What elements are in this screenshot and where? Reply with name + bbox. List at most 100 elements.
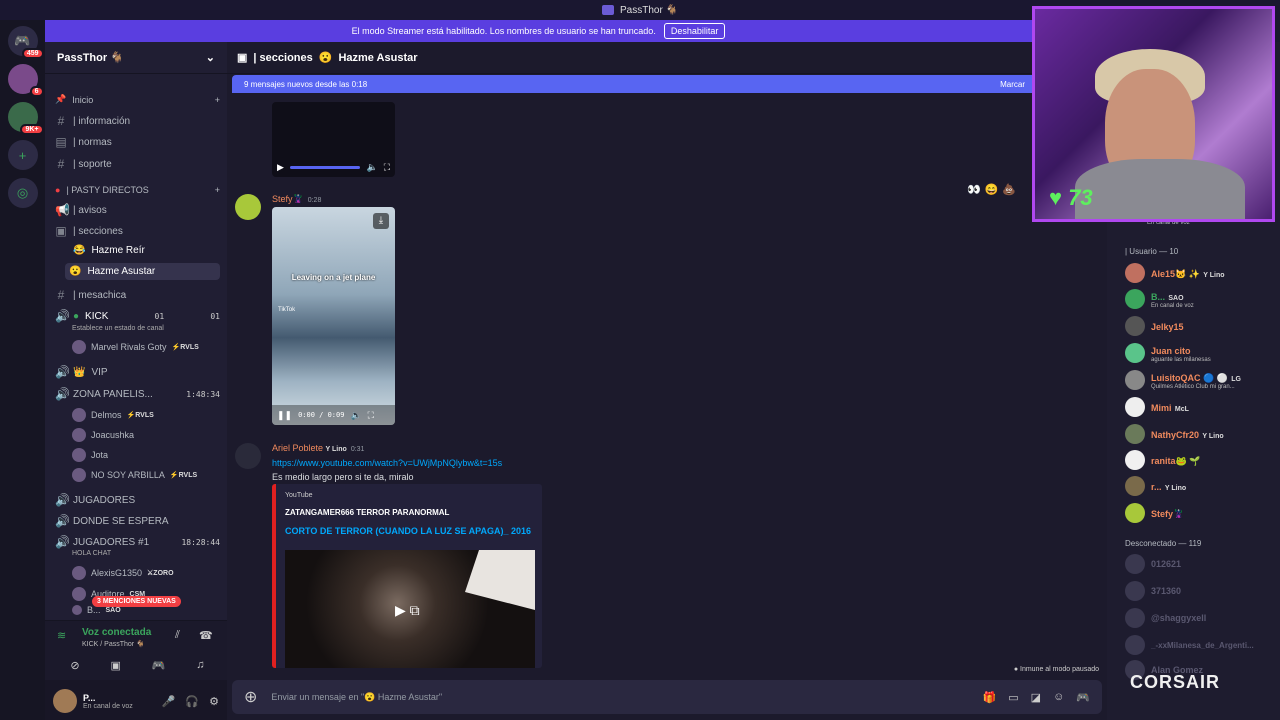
- member-item[interactable]: B... SAO En canal de voz: [1125, 289, 1280, 309]
- member-item[interactable]: LuisitoQAC 🔵 ⚪ LG Quilmes Atlético Club m…: [1125, 370, 1280, 390]
- category-pasty[interactable]: ● | PASTY DIRECTOS +: [55, 185, 220, 195]
- video-player[interactable]: ▶ 🔈 ⛶: [272, 102, 395, 177]
- tiktok-video[interactable]: ⤓ Leaving on a jet plane TikTok ❚❚ 0:00 …: [272, 207, 395, 425]
- member-item[interactable]: NathyCfr20 Y Lino: [1125, 424, 1280, 444]
- headphones-icon[interactable]: 🎧: [185, 695, 199, 708]
- add-server-icon[interactable]: +: [7, 140, 38, 170]
- eyes-reaction-icon[interactable]: 👀: [967, 183, 981, 196]
- voice-user[interactable]: Joacushka: [72, 428, 134, 442]
- noise-suppression-icon[interactable]: ⫽: [175, 629, 180, 642]
- message-input[interactable]: Enviar un mensaje en "😮 Hazme Asustar": [271, 692, 968, 703]
- activities-icon[interactable]: 🎮: [152, 659, 166, 672]
- user-info[interactable]: P... En canal de voz: [83, 693, 133, 710]
- mark-read-button[interactable]: Marcar: [1000, 80, 1025, 89]
- attach-icon[interactable]: ⊕: [244, 687, 257, 707]
- gift-icon[interactable]: 🎁: [983, 691, 997, 704]
- volume-icon[interactable]: 🔈: [366, 162, 377, 173]
- soundboard-icon[interactable]: ♫: [196, 659, 204, 672]
- voice-connected-channel[interactable]: KICK / PassThor 🐐: [82, 640, 145, 648]
- member-item[interactable]: @shaggyxell: [1125, 608, 1280, 628]
- volume-icon[interactable]: 🔈: [350, 410, 361, 421]
- channel-label: | normas: [73, 136, 112, 148]
- voice-user[interactable]: NO SOY ARBILLA ⚡RVLS: [72, 468, 197, 482]
- message-composer[interactable]: ⊕ Enviar un mensaje en "😮 Hazme Asustar"…: [232, 680, 1102, 714]
- channel-status[interactable]: Establece un estado de canal: [72, 325, 164, 332]
- voice-channel-jugadores[interactable]: 🔊 JUGADORES: [55, 493, 220, 507]
- guild-header[interactable]: PassThor 🐐 ⌄: [45, 42, 227, 74]
- voice-channel-zona[interactable]: 🔊 ZONA PANELIS... 1:48:34: [55, 387, 220, 401]
- laugh-emoji-icon: 😂: [73, 245, 86, 256]
- member-item[interactable]: Mimi McL: [1125, 397, 1280, 417]
- voice-channel-vip[interactable]: 🔊 👑 VIP: [55, 365, 220, 379]
- grin-reaction-icon[interactable]: 😄: [985, 183, 999, 196]
- microphone-icon[interactable]: 🎤: [162, 695, 176, 708]
- category-inicio[interactable]: 📌 Inicio +: [55, 94, 220, 105]
- new-messages-bar[interactable]: 9 mensajes nuevos desde las 0:18 Marcar: [232, 75, 1037, 93]
- gif-icon[interactable]: ▭: [1008, 691, 1018, 704]
- avatar[interactable]: [53, 689, 77, 713]
- server-icon[interactable]: 6: [7, 64, 44, 97]
- channel-avisos[interactable]: 📢 | avisos: [55, 203, 220, 217]
- explore-icon[interactable]: ◎: [7, 178, 38, 208]
- voice-user[interactable]: Delmos ⚡RVLS: [72, 408, 154, 422]
- user-name: P...: [83, 692, 96, 703]
- channel-soporte[interactable]: # | soporte: [55, 157, 220, 171]
- embed-title[interactable]: CORTO DE TERROR (CUANDO LA LUZ SE APAGA)…: [285, 526, 531, 536]
- voice-user[interactable]: Jota: [72, 448, 108, 462]
- channel-label: ZONA PANELIS...: [73, 388, 153, 400]
- pause-icon[interactable]: ❚❚: [277, 410, 292, 421]
- member-item[interactable]: Ale15🐱 ✨ Y Lino: [1125, 263, 1280, 283]
- embed-author[interactable]: ZATANGAMER666 TERROR PARANORMAL: [285, 508, 449, 517]
- camera-off-icon[interactable]: ⊘: [70, 659, 79, 672]
- member-item[interactable]: Stefy🦹: [1125, 503, 1280, 523]
- embed-thumbnail[interactable]: ▶ ⧉: [285, 550, 535, 668]
- breadcrumb-category[interactable]: | secciones: [253, 52, 312, 64]
- add-channel-icon[interactable]: +: [215, 185, 220, 195]
- server-icon[interactable]: 9K+: [7, 102, 44, 135]
- poop-reaction-icon[interactable]: 💩: [1002, 183, 1016, 196]
- channel-normas[interactable]: ▤ | normas: [55, 135, 220, 149]
- message-author[interactable]: Ariel Poblete Y Lino 0:31: [272, 443, 364, 453]
- add-channel-icon[interactable]: +: [215, 95, 220, 105]
- progress-bar[interactable]: [289, 165, 361, 169]
- voice-user[interactable]: AlexisG1350 ⚔ZORO: [72, 566, 174, 580]
- download-icon[interactable]: ⤓: [373, 213, 389, 229]
- member-item[interactable]: 012621: [1125, 554, 1280, 574]
- channel-mesachica[interactable]: # | mesachica: [55, 288, 220, 302]
- member-item[interactable]: r... Y Lino: [1125, 476, 1280, 496]
- member-item[interactable]: Juan cito aguante las milanesas: [1125, 343, 1280, 363]
- disconnect-icon[interactable]: ☎: [199, 629, 213, 642]
- member-item[interactable]: ranita🐸 🌱: [1125, 450, 1280, 470]
- voice-user[interactable]: Marvel Rivals Goty ⚡RVLS: [72, 340, 199, 354]
- channel-secciones[interactable]: ▣ | secciones: [55, 224, 220, 238]
- message-author[interactable]: Stefy🦹 0:28: [272, 194, 321, 205]
- voice-channel-donde[interactable]: 🔊 DONDE SE ESPERA: [55, 514, 220, 528]
- thread-hazme-reir[interactable]: 😂 Hazme Reír: [73, 245, 223, 256]
- discord-home-icon[interactable]: 🎮 459: [7, 26, 44, 59]
- avatar[interactable]: [235, 194, 261, 220]
- voice-channel-jugadores1[interactable]: 🔊 JUGADORES #1 18:28:44: [55, 535, 220, 549]
- voice-user-name: Joacushka: [91, 430, 135, 440]
- member-item[interactable]: Jelky15: [1125, 316, 1280, 336]
- member-item[interactable]: _-xxMilanesa_de_Argenti...: [1125, 635, 1280, 655]
- avatar[interactable]: [235, 443, 261, 469]
- play-icon[interactable]: ▶: [277, 162, 284, 173]
- avatar: [1125, 608, 1145, 628]
- message-link[interactable]: https://www.youtube.com/watch?v=UWjMpNQl…: [272, 458, 502, 468]
- fullscreen-icon[interactable]: ⛶: [384, 162, 390, 173]
- voice-channel-kick[interactable]: 🔊 ● KICK 01 01: [55, 309, 220, 323]
- channel-informacion[interactable]: # | información: [55, 114, 220, 128]
- voice-connected-title[interactable]: Voz conectada: [82, 627, 151, 638]
- gear-icon[interactable]: ⚙: [209, 695, 219, 708]
- composer-actions: 🎁 ▭ ◪ ☺ 🎮: [983, 691, 1090, 704]
- member-item[interactable]: 371360: [1125, 581, 1280, 601]
- fullscreen-icon[interactable]: ⛶: [368, 410, 374, 421]
- thread-hazme-asustar[interactable]: 😮 Hazme Asustar: [65, 263, 220, 280]
- disable-streamer-button[interactable]: Deshabilitar: [663, 23, 726, 39]
- apps-icon[interactable]: 🎮: [1076, 691, 1090, 704]
- play-icon[interactable]: ▶ ⧉: [395, 602, 420, 619]
- new-mentions-pill[interactable]: 3 MENCIONES NUEVAS: [92, 596, 181, 607]
- sticker-icon[interactable]: ◪: [1031, 691, 1041, 704]
- emoji-icon[interactable]: ☺: [1053, 691, 1064, 704]
- screen-share-icon[interactable]: ▣: [110, 659, 120, 672]
